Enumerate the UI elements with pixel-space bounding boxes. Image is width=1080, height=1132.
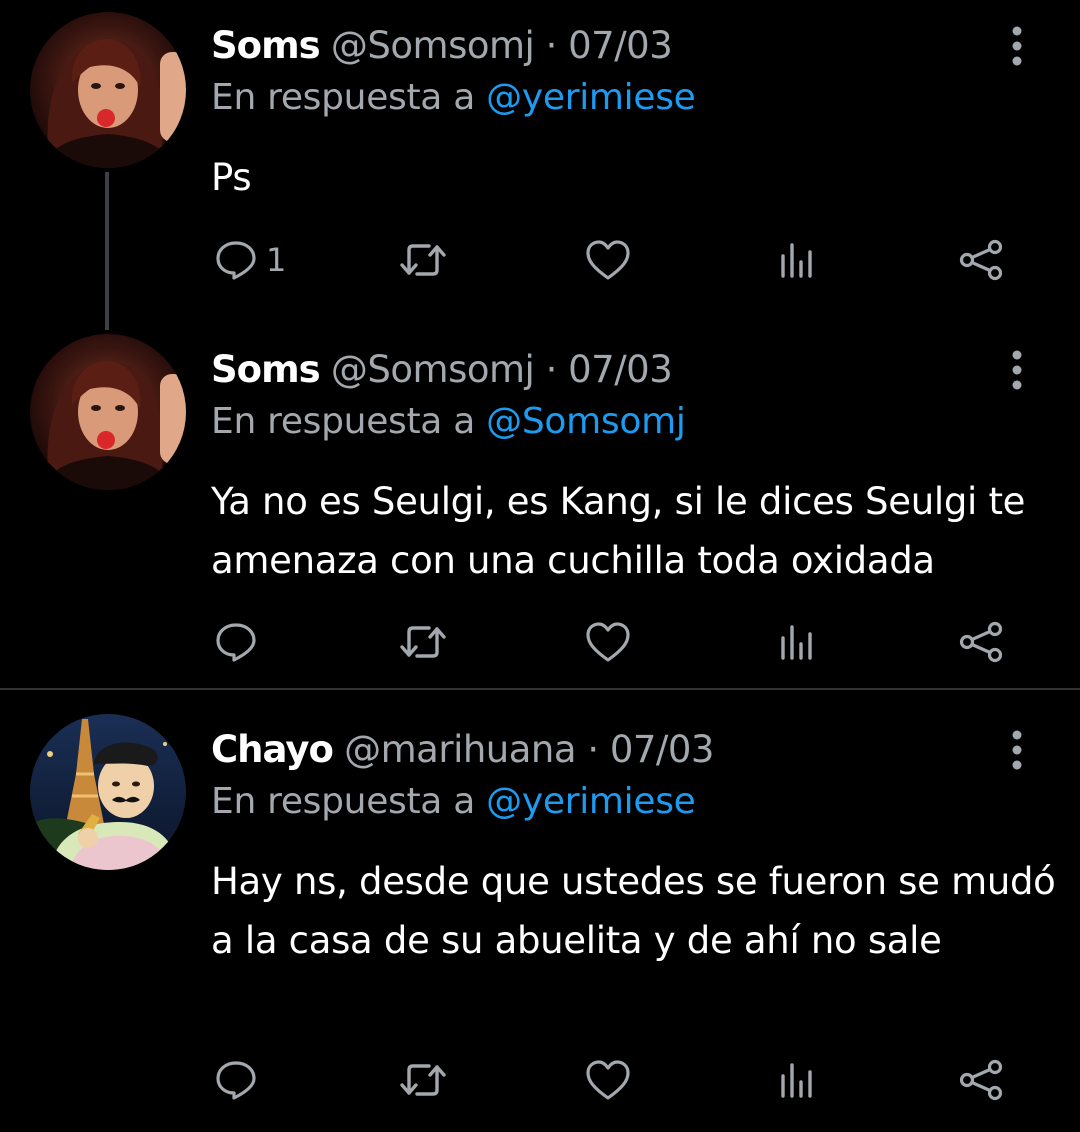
analytics-button[interactable]: [777, 612, 817, 672]
reply-context: En respuesta a @yerimiese: [211, 778, 696, 826]
analytics-icon: [777, 622, 817, 662]
avatar-photo: [30, 334, 186, 490]
tweet-header: Soms @Somsomj · 07/03: [211, 346, 673, 394]
like-button[interactable]: [584, 612, 632, 672]
analytics-icon: [777, 1060, 817, 1100]
retweet-button[interactable]: [398, 230, 448, 290]
share-icon: [958, 620, 1006, 664]
action-bar: 1: [0, 230, 1080, 290]
more-vertical-icon[interactable]: [1002, 22, 1032, 70]
separator: ·: [545, 24, 558, 67]
tweet-date[interactable]: 07/03: [568, 24, 673, 67]
reply-button[interactable]: [214, 612, 266, 672]
analytics-button[interactable]: [777, 1050, 817, 1110]
analytics-icon: [777, 240, 817, 280]
reply-mention-link[interactable]: @yerimiese: [486, 781, 696, 822]
retweet-icon: [398, 622, 448, 662]
like-button[interactable]: [584, 230, 632, 290]
tweet-header: Soms @Somsomj · 07/03: [211, 22, 673, 70]
tweet-date[interactable]: 07/03: [568, 348, 673, 391]
analytics-button[interactable]: [777, 230, 817, 290]
reply-prefix: En respuesta a: [211, 401, 475, 442]
tweet-divider: [0, 688, 1080, 690]
share-button[interactable]: [958, 612, 1006, 672]
like-icon: [584, 1058, 632, 1102]
like-button[interactable]: [584, 1050, 632, 1110]
reply-button[interactable]: [214, 1050, 266, 1110]
tweet-text: Hay ns, desde que ustedes se fueron se m…: [211, 860, 1056, 962]
reply-button[interactable]: 1: [214, 230, 286, 290]
retweet-icon: [398, 1060, 448, 1100]
reply-count: 1: [266, 241, 287, 279]
share-button[interactable]: [958, 230, 1006, 290]
user-handle[interactable]: @Somsomj: [331, 348, 535, 391]
more-vertical-icon[interactable]: [1002, 726, 1032, 774]
user-handle[interactable]: @Somsomj: [331, 24, 535, 67]
separator: ·: [587, 728, 599, 771]
reply-icon: [214, 238, 258, 282]
avatar-photo: [30, 12, 186, 168]
like-icon: [584, 620, 632, 664]
action-bar: [0, 1050, 1080, 1110]
retweet-button[interactable]: [398, 612, 448, 672]
display-name[interactable]: Soms: [211, 348, 321, 391]
separator: ·: [545, 348, 558, 391]
tweet-header: Chayo @marihuana · 07/03: [211, 726, 714, 774]
reply-icon: [214, 1058, 258, 1102]
reply-mention-link[interactable]: @yerimiese: [486, 77, 696, 118]
display-name[interactable]: Soms: [211, 24, 321, 67]
avatar[interactable]: [30, 12, 186, 168]
tweet-date[interactable]: 07/03: [610, 728, 715, 771]
reply-context: En respuesta a @Somsomj: [211, 398, 686, 446]
share-icon: [958, 1058, 1006, 1102]
avatar[interactable]: [30, 334, 186, 490]
retweet-button[interactable]: [398, 1050, 448, 1110]
reply-prefix: En respuesta a: [211, 781, 475, 822]
display-name[interactable]: Chayo: [211, 728, 334, 771]
avatar-photo: [30, 714, 186, 870]
retweet-icon: [398, 240, 448, 280]
more-vertical-icon[interactable]: [1002, 346, 1032, 394]
reply-mention-link[interactable]: @Somsomj: [486, 401, 686, 442]
like-icon: [584, 238, 632, 282]
action-bar: [0, 612, 1080, 672]
reply-icon: [214, 620, 258, 664]
share-button[interactable]: [958, 1050, 1006, 1110]
share-icon: [958, 238, 1006, 282]
reply-prefix: En respuesta a: [211, 77, 475, 118]
tweet-text: Ps: [211, 156, 252, 199]
avatar[interactable]: [30, 714, 186, 870]
tweet-text: Ya no es Seulgi, es Kang, si le dices Se…: [211, 480, 1026, 582]
user-handle[interactable]: @marihuana: [344, 728, 576, 771]
reply-context: En respuesta a @yerimiese: [211, 74, 696, 122]
